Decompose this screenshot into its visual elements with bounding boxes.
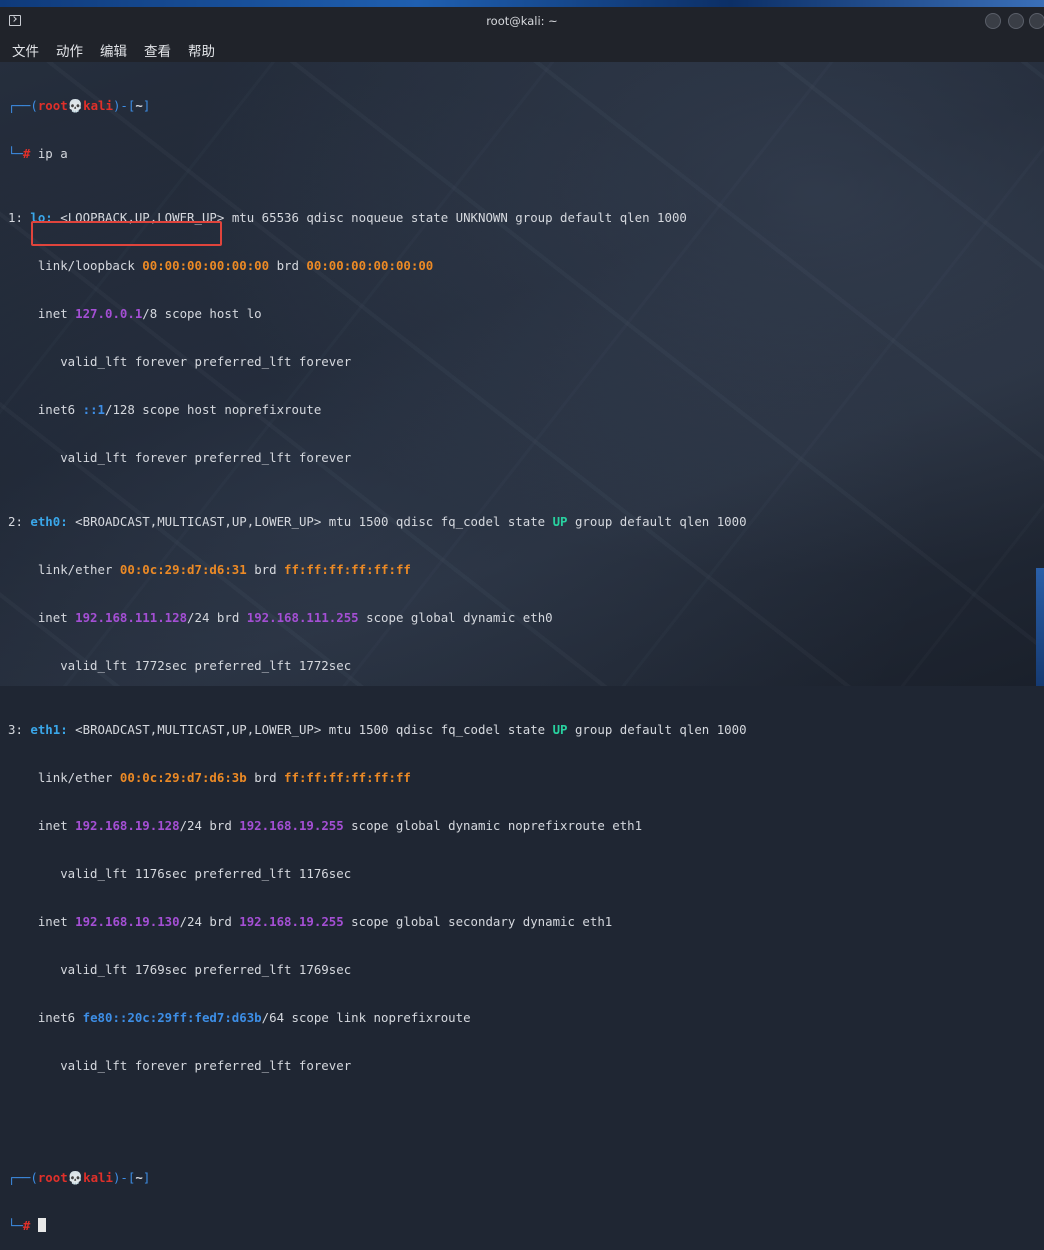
- prompt-user: root: [37, 1170, 68, 1185]
- minimize-button[interactable]: [985, 13, 1001, 29]
- ip-address: 192.168.19.128: [75, 818, 180, 833]
- broadcast-address: ff:ff:ff:ff:ff:ff: [284, 770, 411, 785]
- iface-eth0-valid: valid_lft 1772sec preferred_lft 1772sec: [8, 658, 352, 673]
- iface-eth1-inet6: inet6 fe80::20c:29ff:fed7:d63b/64 scope …: [8, 1010, 471, 1025]
- desktop-wallpaper-edge: [1036, 568, 1044, 686]
- window-title: root@kali: ~: [486, 14, 558, 28]
- prompt-bracket: ┌──(: [8, 1170, 38, 1185]
- broadcast-address: 192.168.19.255: [239, 818, 344, 833]
- prompt-host: kali: [83, 1170, 113, 1185]
- highlight-annotation-box: [31, 221, 222, 246]
- iface-eth0-header: 2: eth0: <BROADCAST,MULTICAST,UP,LOWER_U…: [8, 514, 747, 529]
- iface-eth1-inet: inet 192.168.19.128/24 brd 192.168.19.25…: [8, 818, 643, 833]
- iface-eth0-link: link/ether 00:0c:29:d7:d6:31 brd ff:ff:f…: [8, 562, 411, 577]
- prompt-line-top: ┌──(root💀kali)-[~]: [8, 1170, 747, 1186]
- menu-edit[interactable]: 编辑: [100, 40, 127, 60]
- prompt-bracket: ]: [142, 98, 151, 113]
- broadcast-address: ff:ff:ff:ff:ff:ff: [284, 562, 411, 577]
- desktop-wallpaper-strip: [0, 0, 1044, 7]
- close-button[interactable]: [1029, 13, 1044, 29]
- iface-eth1-header: 3: eth1: <BROADCAST,MULTICAST,UP,LOWER_U…: [8, 722, 747, 737]
- menu-file[interactable]: 文件: [12, 40, 39, 60]
- skull-icon: 💀: [67, 1170, 84, 1185]
- prompt-bracket: )-[: [112, 1170, 136, 1185]
- maximize-button[interactable]: [1008, 13, 1024, 29]
- iface-name: eth1:: [30, 722, 68, 737]
- input-line[interactable]: └─#: [8, 1218, 747, 1234]
- menu-action[interactable]: 动作: [56, 40, 83, 60]
- prompt-user: root: [37, 98, 68, 113]
- prompt-corner: └─: [8, 1218, 23, 1233]
- iface-lo-valid: valid_lft forever preferred_lft forever: [8, 354, 352, 369]
- mac-address: 00:0c:29:d7:d6:31: [119, 562, 247, 577]
- prompt-corner: └─: [8, 146, 23, 161]
- state-badge: UP: [552, 722, 568, 737]
- prompt-bracket: ]: [142, 1170, 151, 1185]
- window-titlebar[interactable]: root@kali: ~: [0, 7, 1044, 36]
- ip-address: 192.168.111.128: [75, 610, 188, 625]
- prompt-hash: #: [22, 1218, 31, 1233]
- mac-address: 00:00:00:00:00:00: [142, 258, 270, 273]
- prompt-dir: ~: [135, 98, 143, 113]
- prompt-host: kali: [83, 98, 113, 113]
- command-text: ip a: [30, 146, 68, 161]
- skull-icon: 💀: [67, 98, 84, 113]
- iface-name: eth0:: [30, 514, 68, 529]
- iface-eth1-valid: valid_lft 1769sec preferred_lft 1769sec: [8, 962, 352, 977]
- menubar: 文件 动作 编辑 查看 帮助: [0, 36, 1044, 62]
- ipv6-address: fe80::20c:29ff:fed7:d63b: [82, 1010, 262, 1025]
- iface-eth1-valid: valid_lft 1176sec preferred_lft 1176sec: [8, 866, 352, 881]
- iface-lo-inet: inet 127.0.0.1/8 scope host lo: [8, 306, 262, 321]
- broadcast-address: 00:00:00:00:00:00: [306, 258, 434, 273]
- iface-eth0-inet: inet 192.168.111.128/24 brd 192.168.111.…: [8, 610, 553, 625]
- prompt-bracket: )-[: [112, 98, 136, 113]
- ipv6-address: ::1: [82, 402, 105, 417]
- ip-address: 127.0.0.1: [75, 306, 143, 321]
- iface-eth1-inet: inet 192.168.19.130/24 brd 192.168.19.25…: [8, 914, 613, 929]
- menu-help[interactable]: 帮助: [188, 40, 215, 60]
- iface-eth1-valid: valid_lft forever preferred_lft forever: [8, 1058, 352, 1073]
- text-cursor[interactable]: [37, 1218, 46, 1232]
- broadcast-address: 192.168.111.255: [246, 610, 359, 625]
- menu-view[interactable]: 查看: [144, 40, 171, 60]
- iface-lo-link: link/loopback 00:00:00:00:00:00 brd 00:0…: [8, 258, 434, 273]
- iface-lo-valid: valid_lft forever preferred_lft forever: [8, 450, 352, 465]
- iface-eth1-link: link/ether 00:0c:29:d7:d6:3b brd ff:ff:f…: [8, 770, 411, 785]
- prompt-bracket: ┌──(: [8, 98, 38, 113]
- broadcast-address: 192.168.19.255: [239, 914, 344, 929]
- command-line: └─# ip a: [8, 146, 747, 162]
- state-badge: UP: [552, 514, 568, 529]
- mac-address: 00:0c:29:d7:d6:3b: [119, 770, 247, 785]
- prompt-line-top: ┌──(root💀kali)-[~]: [8, 98, 747, 114]
- prompt-dir: ~: [135, 1170, 143, 1185]
- iface-lo-inet6: inet6 ::1/128 scope host noprefixroute: [8, 402, 322, 417]
- ip-address: 192.168.19.130: [75, 914, 180, 929]
